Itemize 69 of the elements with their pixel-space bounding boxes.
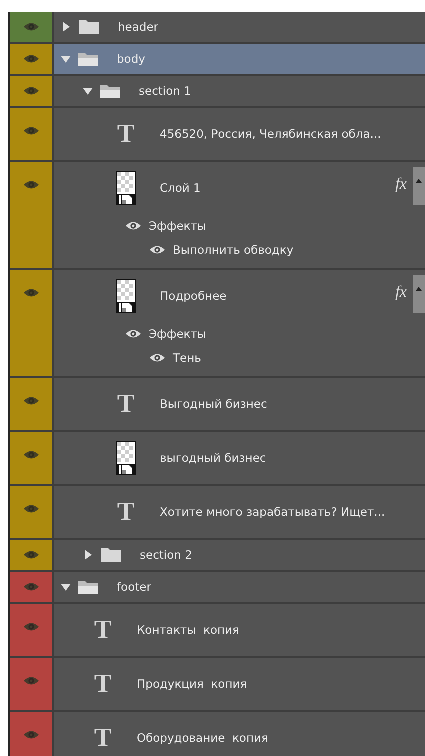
eye-icon[interactable] bbox=[126, 221, 141, 231]
effect-name: Тень bbox=[173, 351, 202, 365]
layer-row[interactable]: Подробнее fx Эффекты Тень bbox=[54, 270, 425, 376]
layer-row[interactable]: T Контакты копия bbox=[54, 604, 425, 656]
layer-row[interactable]: T 456520, Россия, Челябинская обла... bbox=[54, 108, 425, 160]
fx-label: fx bbox=[395, 284, 407, 302]
layer-row[interactable]: body bbox=[54, 44, 425, 74]
eye-icon[interactable] bbox=[150, 245, 165, 255]
layer-row[interactable]: Слой 1 fx Эффекты Выполнить обводку bbox=[54, 162, 425, 268]
layer-name: body bbox=[117, 52, 146, 66]
text-layer-icon: T bbox=[94, 617, 112, 643]
layer-name: Оборудование копия bbox=[137, 731, 268, 745]
text-layer-icon: T bbox=[117, 121, 135, 147]
eye-icon[interactable] bbox=[24, 550, 38, 560]
eye-icon[interactable] bbox=[126, 329, 141, 339]
layer-name: Подробнее bbox=[160, 289, 227, 303]
layer-row[interactable]: T Хотите много зарабатывать? Ищет... bbox=[54, 486, 425, 538]
expand-arrow-icon[interactable] bbox=[83, 88, 93, 94]
eye-icon[interactable] bbox=[24, 126, 38, 136]
layer-name: 456520, Россия, Челябинская обла... bbox=[160, 127, 382, 141]
eye-icon[interactable] bbox=[24, 54, 38, 64]
folder-icon bbox=[77, 579, 99, 595]
text-layer-icon: T bbox=[94, 725, 112, 751]
layer-row[interactable]: section 1 bbox=[54, 76, 425, 106]
expand-arrow-icon[interactable] bbox=[63, 22, 70, 32]
expand-arrow-icon[interactable] bbox=[85, 550, 92, 560]
expand-arrow-icon[interactable] bbox=[61, 56, 71, 62]
layer-row[interactable]: T Выгодный бизнес bbox=[54, 378, 425, 430]
layer-row[interactable]: footer bbox=[54, 572, 425, 602]
fx-label: fx bbox=[395, 176, 407, 194]
layer-row[interactable]: T Продукция копия bbox=[54, 658, 425, 710]
effects-toggle[interactable] bbox=[413, 275, 425, 313]
layer-name: section 1 bbox=[139, 84, 192, 98]
layer-name: section 2 bbox=[140, 548, 192, 562]
layer-row[interactable]: T Оборудование копия bbox=[54, 712, 425, 756]
folder-icon bbox=[78, 19, 100, 35]
text-layer-icon: T bbox=[117, 499, 135, 525]
layer-name: Контакты копия bbox=[137, 623, 240, 637]
layer-name: Хотите много зарабатывать? Ищет... bbox=[160, 505, 386, 519]
eye-icon[interactable] bbox=[24, 180, 38, 190]
eye-icon[interactable] bbox=[24, 450, 38, 460]
text-layer-icon: T bbox=[117, 391, 135, 417]
layer-row[interactable]: header bbox=[54, 12, 425, 42]
smart-object-thumbnail-icon bbox=[116, 441, 136, 475]
expand-arrow-icon[interactable] bbox=[61, 584, 71, 590]
eye-icon[interactable] bbox=[24, 86, 38, 96]
text-layer-icon: T bbox=[94, 671, 112, 697]
eye-icon[interactable] bbox=[24, 22, 38, 32]
effects-label: Эффекты bbox=[149, 219, 206, 233]
layer-row[interactable]: section 2 bbox=[54, 540, 425, 570]
eye-icon[interactable] bbox=[24, 504, 38, 514]
effects-label: Эффекты bbox=[149, 327, 206, 341]
layer-name: footer bbox=[117, 580, 152, 594]
smart-object-thumbnail-icon bbox=[116, 279, 136, 313]
layer-name: выгодный бизнес bbox=[160, 451, 266, 465]
layer-name: Слой 1 bbox=[160, 181, 201, 195]
layer-name: header bbox=[118, 20, 159, 34]
smart-object-thumbnail-icon bbox=[116, 171, 136, 205]
eye-icon[interactable] bbox=[150, 353, 165, 363]
eye-icon[interactable] bbox=[24, 288, 38, 298]
effects-toggle[interactable] bbox=[413, 167, 425, 205]
effect-name: Выполнить обводку bbox=[173, 243, 294, 257]
layer-name: Выгодный бизнес bbox=[160, 397, 268, 411]
folder-icon bbox=[99, 83, 121, 99]
folder-icon bbox=[100, 547, 122, 563]
eye-icon[interactable] bbox=[24, 396, 38, 406]
folder-icon bbox=[77, 51, 99, 67]
layer-row[interactable]: выгодный бизнес bbox=[54, 432, 425, 484]
layer-name: Продукция копия bbox=[137, 677, 248, 691]
